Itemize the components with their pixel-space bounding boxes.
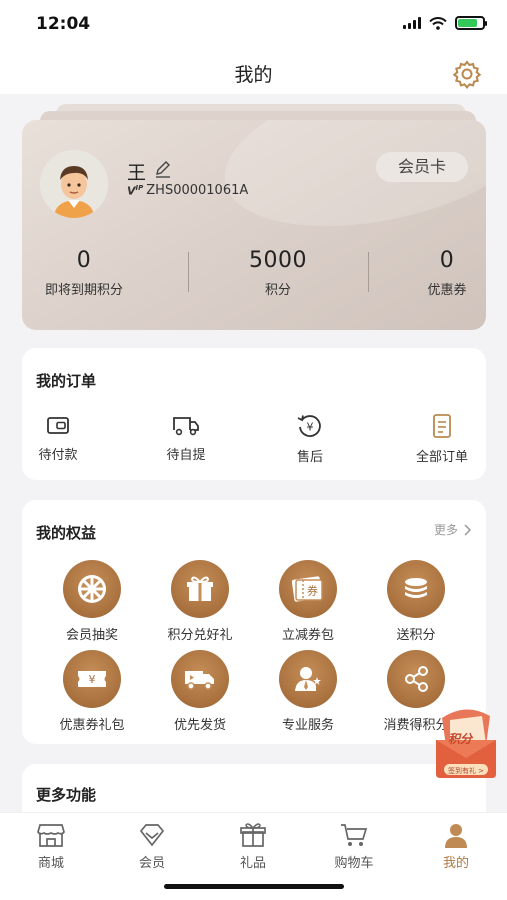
stat-value: 5000 (249, 248, 307, 273)
wifi-icon (429, 16, 447, 30)
order-label: 待自提 (166, 448, 206, 463)
tab-label: 我的 (442, 856, 469, 871)
avatar[interactable] (40, 150, 108, 218)
member-id-row: VIP ZHS00001061A (127, 183, 248, 198)
benefit-points-gift[interactable]: 积分兑好礼 (148, 560, 252, 643)
benefit-coupon-pack[interactable]: 券 立减券包 (256, 560, 360, 643)
tab-mall[interactable]: 商城 (11, 821, 91, 871)
orders-section: 我的订单 待付款 待自提 ¥ 售后 全部订单 (22, 348, 486, 480)
page-title: 我的 (234, 64, 273, 86)
avatar-face-icon (40, 150, 108, 218)
order-after-sale[interactable]: ¥ 售后 (270, 412, 350, 465)
benefit-label: 会员抽奖 (65, 628, 118, 643)
edit-pencil-icon[interactable] (154, 160, 172, 178)
wallet-icon (47, 417, 69, 434)
document-icon (433, 414, 451, 438)
coins-icon (387, 560, 445, 618)
sign-in-points-badge[interactable]: 积分 签到有礼 > (428, 700, 504, 782)
tab-member[interactable]: 会员 (112, 821, 192, 871)
order-all[interactable]: 全部订单 (402, 412, 482, 465)
chevron-right-icon (464, 523, 472, 536)
stat-label: 即将到期积分 (44, 283, 123, 298)
vip-icon: VIP (127, 183, 144, 198)
lottery-wheel-icon (63, 560, 121, 618)
diamond-icon (139, 824, 165, 847)
orders-title: 我的订单 (36, 372, 97, 390)
nav-bar: 我的 (0, 50, 507, 94)
person-icon (445, 824, 467, 848)
order-pending-payment[interactable]: 待付款 (18, 412, 98, 463)
svg-text:¥: ¥ (89, 673, 96, 686)
tab-cart[interactable]: 购物车 (314, 821, 394, 871)
cart-icon (341, 824, 368, 846)
benefit-label: 优惠券礼包 (59, 718, 125, 733)
home-indicator (164, 884, 344, 889)
tab-mine[interactable]: 我的 (416, 821, 496, 871)
benefit-professional-service[interactable]: 专业服务 (256, 650, 360, 733)
after-sale-icon: ¥ (297, 415, 321, 437)
battery-icon (455, 16, 487, 30)
benefit-label: 积分兑好礼 (167, 628, 233, 643)
coupon-icon: 券 (279, 560, 337, 618)
status-time: 12:04 (36, 14, 91, 34)
member-card-button[interactable]: 会员卡 (376, 152, 468, 182)
stat-value: 0 (76, 248, 92, 273)
status-icons (403, 16, 487, 30)
signal-icon (403, 17, 421, 29)
benefit-label: 立减券包 (281, 628, 334, 643)
stat-label: 积分 (264, 283, 291, 298)
stat-label: 优惠券 (427, 283, 467, 298)
tab-gifts[interactable]: 礼品 (213, 821, 293, 871)
stat-coupons[interactable]: 0 优惠券 (372, 248, 486, 298)
stat-divider (368, 252, 369, 292)
badge-title: 积分 (448, 732, 473, 746)
order-label: 待付款 (38, 448, 78, 463)
benefits-title: 我的权益 (36, 524, 97, 542)
gift-box-icon (240, 823, 266, 847)
store-icon (37, 824, 65, 847)
order-label: 售后 (296, 450, 323, 465)
status-bar: 12:04 (0, 0, 507, 50)
svg-text:券: 券 (307, 584, 318, 598)
svg-text:¥: ¥ (307, 421, 314, 434)
truck-icon (173, 417, 199, 436)
benefit-label: 优先发货 (173, 718, 226, 733)
badge-subtitle: 签到有礼 > (447, 767, 485, 775)
settings-gear-icon[interactable] (451, 58, 483, 90)
coupon-pack-icon: ¥ (63, 650, 121, 708)
tab-label: 会员 (138, 856, 165, 871)
benefit-send-points[interactable]: 送积分 (364, 560, 468, 643)
benefits-section: 我的权益 更多 会员抽奖 积分兑好礼 券 立减券包 送积分 ¥ 优惠券礼包 优先… (22, 500, 486, 744)
service-person-icon (279, 650, 337, 708)
gift-icon (171, 560, 229, 618)
benefit-coupon-gift-pack[interactable]: ¥ 优惠券礼包 (40, 650, 144, 733)
delivery-truck-icon (171, 650, 229, 708)
benefit-label: 专业服务 (281, 718, 334, 733)
order-pending-pickup[interactable]: 待自提 (146, 412, 226, 463)
stat-points[interactable]: 5000 积分 (203, 248, 353, 298)
tab-label: 商城 (37, 856, 64, 871)
benefits-more-link[interactable]: 更多 (434, 521, 472, 538)
user-name: 王 (127, 162, 147, 184)
tab-label: 购物车 (334, 856, 374, 871)
more-functions-title: 更多功能 (36, 786, 97, 804)
benefit-label: 送积分 (396, 628, 436, 643)
member-card: 王 VIP ZHS00001061A 会员卡 0 即将到期积分 5000 积分 … (22, 120, 486, 330)
benefit-lottery[interactable]: 会员抽奖 (40, 560, 144, 643)
stat-divider (188, 252, 189, 292)
member-id: ZHS00001061A (146, 183, 249, 198)
order-label: 全部订单 (415, 450, 468, 465)
stat-value: 0 (439, 248, 455, 273)
stat-expiring-points[interactable]: 0 即将到期积分 (22, 248, 159, 298)
tab-label: 礼品 (239, 856, 266, 871)
benefit-priority-shipping[interactable]: 优先发货 (148, 650, 252, 733)
more-label: 更多 (433, 523, 458, 537)
